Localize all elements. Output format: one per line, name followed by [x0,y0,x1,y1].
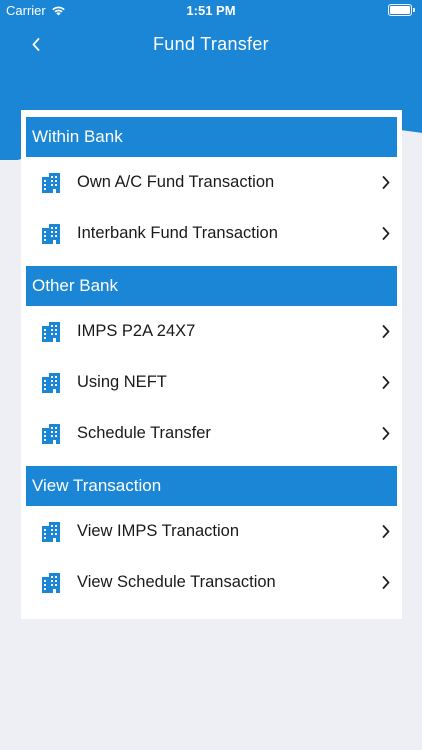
menu-item-interbank-fund-transaction[interactable]: Interbank Fund Transaction [21,208,402,259]
menu-item-view-schedule-transaction[interactable]: View Schedule Transaction [21,557,402,608]
chevron-right-icon [382,525,390,538]
menu-item-label: View Schedule Transaction [77,573,276,591]
menu-item-label: Interbank Fund Transaction [77,224,278,242]
battery-icon [388,4,415,16]
chevron-right-icon [382,376,390,389]
section-header: View Transaction [26,466,397,506]
menu-item-view-imps-transaction[interactable]: View IMPS Tranaction [21,506,402,557]
menu-item-imps-p2a[interactable]: IMPS P2A 24X7 [21,306,402,357]
building-icon [42,321,60,342]
chevron-right-icon [382,325,390,338]
menu-item-label: Own A/C Fund Transaction [77,173,275,191]
section-header: Other Bank [26,266,397,306]
status-time: 1:51 PM [186,3,236,18]
chevron-right-icon [382,576,390,589]
chevron-right-icon [382,176,390,189]
page-title: Fund Transfer [153,34,269,54]
section-within-bank: Within Bank Own A/C Fund Transaction Int… [21,110,402,259]
menu-panel: Within Bank Own A/C Fund Transaction Int… [21,110,402,619]
menu-item-label: Schedule Transfer [77,424,211,442]
building-icon [42,223,60,244]
status-bar: Carrier 1:51 PM [0,0,422,22]
chevron-right-icon [382,427,390,440]
building-icon [42,172,60,193]
section-header: Within Bank [26,117,397,157]
chevron-right-icon [382,227,390,240]
nav-bar: Fund Transfer [0,22,422,68]
building-icon [42,423,60,444]
menu-item-own-ac-fund-transaction[interactable]: Own A/C Fund Transaction [21,157,402,208]
menu-item-label: IMPS P2A 24X7 [77,322,196,340]
menu-item-label: Using NEFT [77,373,167,391]
menu-item-using-neft[interactable]: Using NEFT [21,357,402,408]
section-view-transaction: View Transaction View IMPS Tranaction Vi… [21,459,402,608]
section-other-bank: Other Bank IMPS P2A 24X7 Using NEFT Sche… [21,259,402,459]
menu-item-label: View IMPS Tranaction [77,522,240,540]
menu-item-schedule-transfer[interactable]: Schedule Transfer [21,408,402,459]
building-icon [42,572,60,593]
building-icon [42,372,60,393]
battery-fill [390,6,410,14]
building-icon [42,521,60,542]
